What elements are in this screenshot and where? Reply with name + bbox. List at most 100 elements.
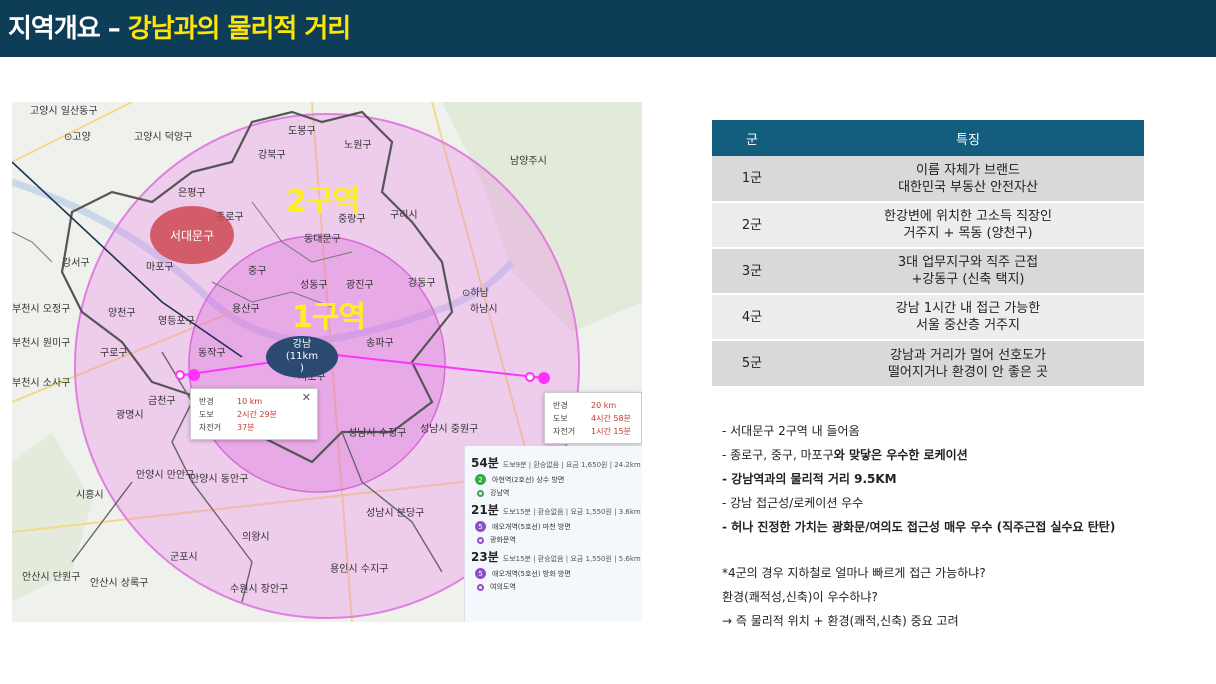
map-label-anyang-dongan: 안양시 동안구: [190, 474, 249, 485]
map-label-gangseo: 강서구: [62, 258, 90, 269]
feature-line: 떨어지거나 환경이 안 좋은 곳: [887, 364, 1049, 380]
map-label-geumcheon: 금천구: [148, 396, 176, 407]
map-label-gwangmyeong: 광명시: [116, 410, 144, 421]
transit-route[interactable]: 23분 도보15분 | 환승없음 | 요금 1,550원 | 5.6km 5 애오개…: [471, 548, 641, 592]
feature-line: 이름 자체가 브랜드: [916, 162, 1020, 178]
popup-walk-key: 도보: [553, 414, 568, 423]
cell-feature: 3대 업무지구와 직주 근접 +강동구 (신축 택지): [792, 247, 1144, 294]
station-marker-icon: [477, 536, 484, 544]
table-row: 4군 강남 1시간 내 접근 가능한 서울 중산층 거주지: [712, 293, 1144, 340]
transit-route[interactable]: 21분 도보15분 | 환승없음 | 요금 1,550원 | 3.6km 5 애오개…: [471, 501, 641, 545]
header-feature: 특징: [792, 120, 1144, 156]
map-label-namyangju: 남양주시: [510, 156, 547, 167]
map-label-goyang-ilsan: 고양시 일산동구: [30, 106, 98, 117]
map-label-yongsan: 용산구: [232, 304, 260, 315]
table-header-row: 군 특징: [712, 120, 1144, 156]
cell-group: 4군: [712, 293, 792, 340]
route-meta: 도보9분 | 환승없음 | 요금 1,650원 | 24.2km: [502, 461, 641, 469]
map-label-dongjak: 동작구: [198, 348, 226, 359]
map-label-hanam-small: ⊙하남: [462, 288, 489, 299]
cell-group: 5군: [712, 339, 792, 386]
popup-walk-value: 4시간 58분: [591, 414, 631, 423]
distance-map[interactable]: 고양시 일산동구 ⊙고양 고양시 덕양구 도봉구 노원구 강북구 남양주시 은평…: [12, 102, 642, 622]
map-label-yangcheon: 양천구: [108, 308, 136, 319]
question-line: *4군의 경우 지하철로 얼마나 빠르게 접근 가능하냐?: [722, 566, 986, 580]
feature-line: 대한민국 부동산 안전자산: [898, 179, 1038, 195]
map-label-yeongdeungpo: 영등포구: [158, 316, 195, 327]
cell-group: 1군: [712, 156, 792, 202]
table-row: 2군 한강변에 위치한 고소득 직장인 거주지 + 목동 (양천구): [712, 201, 1144, 248]
map-label-guri: 구리시: [390, 210, 418, 221]
map-label-ansan-sangrok: 안산시 상록구: [90, 578, 149, 589]
close-icon[interactable]: ✕: [302, 391, 311, 404]
map-label-anyang-manan: 안양시 만안구: [136, 470, 195, 481]
map-label-gunpo: 군포시: [170, 552, 198, 563]
note-line: - 서대문구 2구역 내 들어옴: [722, 424, 860, 438]
route-time: 23분: [471, 550, 499, 564]
map-label-seongnam-jungwon: 성남시 중원구: [420, 424, 479, 435]
transit-routes-panel: 54분 도보9분 | 환승없음 | 요금 1,650원 | 24.2km 2 아현역…: [464, 446, 642, 622]
popup-radius-value: 10 km: [237, 397, 263, 406]
map-label-songpa: 송파구: [366, 338, 394, 349]
group-table: 군 특징 1군 이름 자체가 브랜드 대한민국 부동산 안전자산 2군 한강변에 …: [712, 120, 1144, 386]
cell-feature: 이름 자체가 브랜드 대한민국 부동산 안전자산: [792, 156, 1144, 202]
map-label-ansan-danwon: 안산시 단원구: [22, 572, 81, 583]
cell-group: 2군: [712, 201, 792, 248]
map-label-mapo: 마포구: [146, 262, 174, 273]
feature-line: 거주지 + 목동 (양천구): [903, 226, 1033, 241]
cell-feature: 한강변에 위치한 고소득 직장인 거주지 + 목동 (양천구): [792, 201, 1144, 248]
feature-line: 강남과 거리가 멀어 선호도가: [890, 347, 1046, 363]
map-label-hanam: 하남시: [470, 304, 498, 315]
header-group: 군: [712, 120, 792, 156]
cell-group: 3군: [712, 247, 792, 294]
subway-line-5-icon: 5: [475, 521, 486, 532]
header-bar: 지역개요 – 강남과의 물리적 거리: [0, 0, 1216, 57]
notes-block: - 서대문구 2구역 내 들어옴 - 종로구, 중구, 마포구와 맞닿은 우수한…: [722, 419, 1202, 633]
station-marker-icon: [477, 489, 484, 497]
table-row: 3군 3대 업무지구와 직주 근접 +강동구 (신축 택지): [712, 247, 1144, 294]
zone-2-label: 2구역: [286, 184, 360, 219]
route-meta: 도보15분 | 환승없음 | 요금 1,550원 | 5.6km: [502, 555, 641, 563]
gangnam-distance-close: ): [300, 363, 304, 374]
seodaemun-highlight: 서대문구: [150, 206, 234, 264]
map-label-gangdong: 강동구: [408, 278, 436, 289]
cell-feature: 강남과 거리가 멀어 선호도가 떨어지거나 환경이 안 좋은 곳: [792, 339, 1144, 386]
gangnam-label: 강남: [292, 339, 312, 350]
feature-line: +강동구 (신축 택지): [911, 272, 1025, 287]
map-label-dongdaemun: 동대문구: [304, 234, 341, 245]
route-time: 54분: [471, 456, 499, 470]
conclusion-line: → 즉 물리적 위치 + 환경(쾌적,신축) 중요 고려: [722, 614, 959, 628]
route-board: 애오개역(5호선) 방화 방면: [492, 569, 571, 578]
popup-bike-key: 자전거: [553, 427, 576, 436]
feature-line: 강남 1시간 내 접근 가능한: [895, 301, 1041, 316]
map-label-gangbuk: 강북구: [258, 150, 286, 161]
map-label-jung: 중구: [248, 266, 267, 277]
map-label-guro: 구로구: [100, 348, 128, 359]
route-board: 아현역(2호선) 상수 방면: [492, 475, 565, 484]
map-label-goyang: ⊙고양: [64, 132, 91, 143]
map-label-bucheon-ojeong: 부천시 오정구: [12, 304, 71, 315]
map-label-siheung: 시흥시: [76, 490, 104, 501]
map-label-suwon-jangan: 수원시 장안구: [230, 584, 289, 595]
popup-bike-value: 37분: [237, 423, 255, 432]
map-label-yongin-suji: 용인시 수지구: [330, 564, 389, 575]
transit-route[interactable]: 54분 도보9분 | 환승없음 | 요금 1,650원 | 24.2km 2 아현역…: [471, 454, 641, 498]
map-label-seongdong: 성동구: [300, 280, 328, 291]
map-label-gwangjin: 광진구: [346, 280, 374, 291]
route-alight: 여의도역: [490, 583, 516, 591]
popup-radius-value: 20 km: [591, 401, 617, 410]
page-title: 지역개요 – 강남과의 물리적 거리: [8, 8, 351, 45]
radius-popup-10km: ✕ 반경 10 km 도보 2시간 29분 자전거 37분: [190, 388, 318, 440]
title-highlight: 강남과의 물리적 거리: [127, 14, 351, 44]
subway-line-5-icon: 5: [475, 568, 486, 579]
note-text: - 종로구, 중구, 마포구: [722, 448, 834, 462]
table-row: 1군 이름 자체가 브랜드 대한민국 부동산 안전자산: [712, 156, 1144, 202]
map-label-seongnam-bundang: 성남시 분당구: [366, 508, 425, 519]
map-label-dobong: 도봉구: [288, 126, 316, 137]
route-meta: 도보15분 | 환승없음 | 요금 1,550원 | 3.6km: [502, 508, 641, 516]
note-line: - 허나 진정한 가치는 광화문/여의도 접근성 매우 우수 (직주근접 실수요…: [722, 520, 1116, 534]
map-label-nowon: 노원구: [344, 140, 372, 151]
note-emphasis: 와 맞닿은 우수한 로케이션: [833, 448, 968, 462]
popup-walk-value: 2시간 29분: [237, 410, 277, 419]
route-board: 애오개역(5호선) 마천 방면: [492, 522, 571, 531]
